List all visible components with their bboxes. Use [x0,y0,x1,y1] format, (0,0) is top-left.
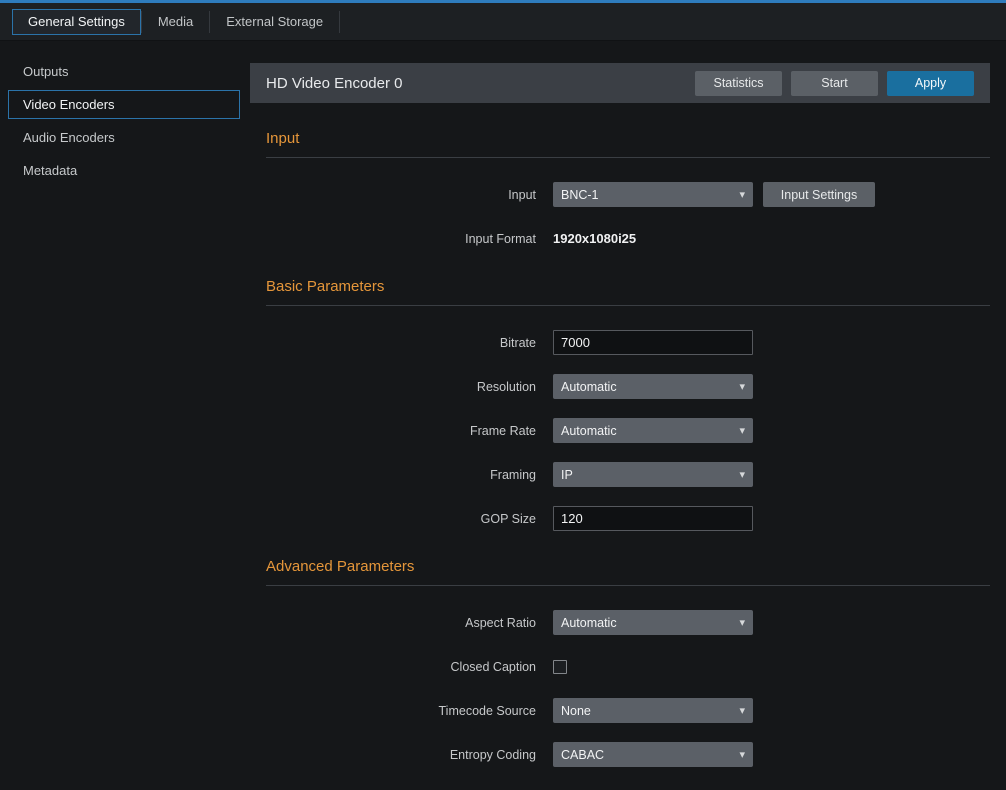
content-area: Outputs Video Encoders Audio Encoders Me… [0,41,1006,789]
framing-row: Framing IP ▾ [266,462,990,487]
closed-caption-checkbox[interactable] [553,660,567,674]
entropy-coding-label: Entropy Coding [266,748,536,762]
input-select-value: BNC-1 [561,188,599,202]
resolution-select[interactable]: Automatic ▾ [553,374,753,399]
tab-label: External Storage [226,14,323,29]
input-settings-button[interactable]: Input Settings [763,182,875,207]
gop-size-input[interactable] [553,506,753,531]
resolution-label: Resolution [266,380,536,394]
bitrate-input[interactable] [553,330,753,355]
resolution-select-value: Automatic [561,380,617,394]
input-select[interactable]: BNC-1 ▾ [553,182,753,207]
chevron-down-icon: ▾ [739,424,745,437]
aspect-ratio-row: Aspect Ratio Automatic ▾ [266,610,990,635]
entropy-coding-select[interactable]: CABAC ▾ [553,742,753,767]
basic-parameters-section: Basic Parameters Bitrate Resolution Auto… [266,278,990,531]
tab-external-storage[interactable]: External Storage [210,9,339,35]
input-format-value: 1920x1080i25 [553,231,636,246]
timecode-source-select-value: None [561,704,591,718]
tab-divider [339,11,340,33]
gop-size-row: GOP Size [266,506,990,531]
tab-label: General Settings [28,14,125,29]
aspect-ratio-select-value: Automatic [561,616,617,630]
input-section: Input Input BNC-1 ▾ Input Settings Input… [266,130,990,251]
entropy-coding-select-value: CABAC [561,748,604,762]
input-format-label: Input Format [266,232,536,246]
frame-rate-select-value: Automatic [561,424,617,438]
bitrate-label: Bitrate [266,336,536,350]
sidebar-item-metadata[interactable]: Metadata [8,156,240,185]
sidebar: Outputs Video Encoders Audio Encoders Me… [0,41,250,789]
timecode-source-select[interactable]: None ▾ [553,698,753,723]
closed-caption-label: Closed Caption [266,660,536,674]
frame-rate-select[interactable]: Automatic ▾ [553,418,753,443]
bitrate-row: Bitrate [266,330,990,355]
sidebar-item-label: Video Encoders [23,97,115,112]
section-title-basic-parameters: Basic Parameters [266,278,990,306]
tab-general-settings[interactable]: General Settings [12,9,141,35]
chevron-down-icon: ▾ [739,380,745,393]
timecode-source-row: Timecode Source None ▾ [266,698,990,723]
section-title-input: Input [266,130,990,158]
frame-rate-row: Frame Rate Automatic ▾ [266,418,990,443]
framing-select[interactable]: IP ▾ [553,462,753,487]
entropy-coding-row: Entropy Coding CABAC ▾ [266,742,990,767]
advanced-parameters-section: Advanced Parameters Aspect Ratio Automat… [266,558,990,767]
closed-caption-row: Closed Caption [266,654,990,679]
chevron-down-icon: ▾ [739,468,745,481]
framing-select-value: IP [561,468,573,482]
main-panel: HD Video Encoder 0 Statistics Start Appl… [250,41,1006,789]
aspect-ratio-select[interactable]: Automatic ▾ [553,610,753,635]
sidebar-item-audio-encoders[interactable]: Audio Encoders [8,123,240,152]
aspect-ratio-label: Aspect Ratio [266,616,536,630]
page: General Settings Media External Storage … [0,0,1006,790]
sidebar-item-label: Outputs [23,64,69,79]
tab-label: Media [158,14,193,29]
resolution-row: Resolution Automatic ▾ [266,374,990,399]
sidebar-item-label: Audio Encoders [23,130,115,145]
encoder-header-bar: HD Video Encoder 0 Statistics Start Appl… [250,63,990,103]
sidebar-item-video-encoders[interactable]: Video Encoders [8,90,240,119]
header-buttons: Statistics Start Apply [695,71,974,96]
timecode-source-label: Timecode Source [266,704,536,718]
input-row: Input BNC-1 ▾ Input Settings [266,182,990,207]
tab-media[interactable]: Media [142,9,209,35]
encoder-title: HD Video Encoder 0 [266,75,402,92]
framing-label: Framing [266,468,536,482]
input-format-row: Input Format 1920x1080i25 [266,226,990,251]
chevron-down-icon: ▾ [739,616,745,629]
gop-size-label: GOP Size [266,512,536,526]
frame-rate-label: Frame Rate [266,424,536,438]
statistics-button[interactable]: Statistics [695,71,782,96]
apply-button[interactable]: Apply [887,71,974,96]
sidebar-item-outputs[interactable]: Outputs [8,57,240,86]
chevron-down-icon: ▾ [739,188,745,201]
input-label: Input [266,188,536,202]
chevron-down-icon: ▾ [739,748,745,761]
sidebar-item-label: Metadata [23,163,77,178]
start-button[interactable]: Start [791,71,878,96]
section-title-advanced-parameters: Advanced Parameters [266,558,990,586]
chevron-down-icon: ▾ [739,704,745,717]
top-tab-bar: General Settings Media External Storage [0,3,1006,41]
